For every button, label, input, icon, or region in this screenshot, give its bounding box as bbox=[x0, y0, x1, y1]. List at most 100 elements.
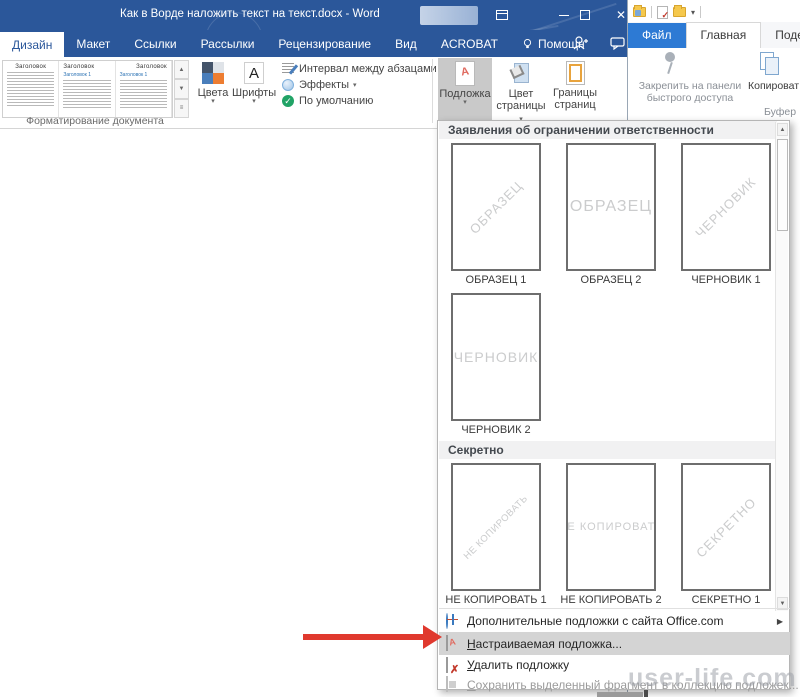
menu-item-label: Дополнительные подложки с сайта Office.c… bbox=[467, 614, 723, 628]
pin-label-line2: быстрого доступа bbox=[647, 92, 734, 104]
style-card-heading: Заголовок bbox=[120, 64, 167, 70]
globe-icon bbox=[446, 613, 448, 629]
watermark-option-label: НЕ КОПИРОВАТЬ 1 bbox=[438, 594, 554, 606]
window-title: Как в Ворде наложить текст на текст.docx… bbox=[120, 8, 380, 20]
folder-properties-icon[interactable] bbox=[633, 7, 646, 17]
tab-references[interactable]: Ссылки bbox=[122, 30, 188, 57]
page-color-icon bbox=[511, 61, 531, 86]
screenshot-root: Как в Ворде наложить текст на текст.docx… bbox=[0, 0, 800, 697]
clipboard-group-label: Буфер bbox=[764, 106, 796, 118]
style-card-subheading: Заголовок 1 bbox=[63, 72, 110, 78]
watermark-option-sekretno-1[interactable]: СЕКРЕТНО СЕКРЕТНО 1 bbox=[668, 463, 784, 606]
watermark-option-obrazec-1[interactable]: ОБРАЗЕЦ ОБРАЗЕЦ 1 bbox=[438, 143, 554, 286]
watermark-option-chernovik-1[interactable]: ЧЕРНОВИК ЧЕРНОВИК 1 bbox=[668, 143, 784, 286]
watermark-option-label: СЕКРЕТНО 1 bbox=[668, 594, 784, 606]
theme-colors-button[interactable]: Цвета ▾ bbox=[194, 62, 232, 105]
word-tab-bar: Дизайн Макет Ссылки Рассылки Рецензирова… bbox=[0, 30, 627, 57]
style-card[interactable]: Заголовок Заголовок 1 bbox=[116, 61, 172, 117]
watermark-thumbnail: ОБРАЗЕЦ bbox=[451, 143, 541, 271]
effects-button[interactable]: Эффекты ▾ bbox=[282, 79, 444, 91]
gallery-scroll-down-button[interactable]: ▼ bbox=[174, 79, 189, 98]
section-header-disclaimers: Заявления об ограничении ответственности bbox=[439, 121, 777, 139]
toolbar-separator bbox=[700, 6, 701, 18]
watermark-text: СЕКРЕТНО bbox=[693, 494, 759, 560]
dropdown-scrollbar[interactable]: ▲ ▼ bbox=[775, 122, 788, 611]
close-button[interactable]: ✕ bbox=[614, 8, 628, 22]
effects-label: Эффекты bbox=[299, 79, 349, 91]
watermark-option-ne-kopirovat-2[interactable]: НЕ КОПИРОВАТЬ НЕ КОПИРОВАТЬ 2 bbox=[553, 463, 669, 606]
checklist-icon[interactable] bbox=[657, 6, 668, 19]
word-titlebar: Как в Ворде наложить текст на текст.docx… bbox=[0, 0, 627, 30]
style-card-preview-lines bbox=[63, 80, 110, 108]
ribbon-group-label: Форматирование документа bbox=[0, 115, 190, 127]
explorer-tab-file[interactable]: Файл bbox=[628, 23, 686, 48]
watermark-page-icon: А bbox=[455, 61, 475, 86]
scrollbar-up-button[interactable]: ▲ bbox=[777, 123, 788, 136]
effects-icon bbox=[282, 79, 294, 91]
set-as-default-button[interactable]: ✓ По умолчанию bbox=[282, 95, 444, 107]
minimize-button[interactable] bbox=[557, 8, 571, 22]
paragraph-spacing-label: Интервал между абзацами bbox=[299, 63, 437, 75]
tab-layout[interactable]: Макет bbox=[64, 30, 122, 57]
gallery-scroll-up-button[interactable]: ▲ bbox=[174, 60, 189, 79]
page-color-button[interactable]: Цвет страницы ▾ bbox=[494, 58, 548, 121]
watermark-option-obrazec-2[interactable]: ОБРАЗЕЦ ОБРАЗЕЦ 2 bbox=[553, 143, 669, 286]
page-borders-label-line1: Границы bbox=[553, 87, 597, 99]
watermark-option-chernovik-2[interactable]: ЧЕРНОВИК ЧЕРНОВИК 2 bbox=[438, 293, 554, 436]
ribbon-display-options-button[interactable] bbox=[496, 8, 510, 22]
watermark-text: ЧЕРНОВИК bbox=[693, 174, 760, 241]
word-ribbon: Заголовок Заголовок Заголовок 1 Заголово… bbox=[0, 57, 627, 129]
watermark-text: НЕ КОПИРОВАТЬ bbox=[566, 521, 656, 533]
menu-item-custom-watermark[interactable]: А Настраиваемая подложка... bbox=[439, 632, 790, 655]
qat-dropdown-icon[interactable]: ▾ bbox=[691, 8, 695, 17]
style-card[interactable]: Заголовок bbox=[3, 61, 59, 117]
watermark-option-ne-kopirovat-1[interactable]: НЕ КОПИРОВАТЬ НЕ КОПИРОВАТЬ 1 bbox=[438, 463, 554, 606]
pointer-arrow-shaft bbox=[303, 634, 425, 640]
watermark-text: ОБРАЗЕЦ bbox=[467, 178, 526, 237]
explorer-tab-share[interactable]: Поделит bbox=[761, 23, 800, 48]
blurred-badge bbox=[420, 6, 478, 25]
style-card-heading: Заголовок bbox=[63, 64, 110, 70]
copy-button-label[interactable]: Копироват bbox=[748, 80, 800, 92]
checkmark-icon: ✓ bbox=[282, 95, 294, 107]
style-card[interactable]: Заголовок Заголовок 1 bbox=[59, 61, 115, 117]
explorer-tab-bar: Файл Главная Поделит bbox=[628, 22, 800, 48]
copy-icon[interactable] bbox=[760, 52, 782, 76]
tab-mailings[interactable]: Рассылки bbox=[189, 30, 267, 57]
scrollbar-thumb[interactable] bbox=[777, 139, 788, 231]
page-borders-button[interactable]: Границы страниц bbox=[548, 58, 602, 121]
pin-to-quick-access-button[interactable]: Закрепить на панели быстрого доступа bbox=[632, 80, 748, 104]
watermark-thumbnail: ОБРАЗЕЦ bbox=[566, 143, 656, 271]
style-card-heading: Заголовок bbox=[7, 64, 54, 70]
style-card-preview-lines bbox=[7, 72, 54, 106]
group-divider bbox=[432, 59, 433, 123]
explorer-tab-home[interactable]: Главная bbox=[686, 22, 762, 48]
watermark-option-label: ЧЕРНОВИК 1 bbox=[668, 274, 784, 286]
sign-in-icon[interactable] bbox=[572, 35, 588, 51]
tab-view[interactable]: Вид bbox=[383, 30, 429, 57]
new-folder-icon[interactable] bbox=[673, 7, 686, 17]
style-card-preview-lines bbox=[120, 80, 167, 108]
paragraph-spacing-button[interactable]: Интервал между абзацами ▾ bbox=[282, 63, 444, 75]
watermark-dropdown: Заявления об ограничении ответственности… bbox=[437, 120, 790, 690]
watermark-thumbnail: ЧЕРНОВИК bbox=[451, 293, 541, 421]
theme-fonts-icon: А bbox=[244, 62, 264, 84]
gallery-scroll-buttons: ▲ ▼ ≡ bbox=[174, 60, 189, 118]
pointer-arrow-head bbox=[423, 625, 442, 649]
pin-icon[interactable] bbox=[660, 52, 680, 76]
custom-watermark-icon: А bbox=[446, 635, 448, 651]
theme-fonts-button[interactable]: А Шрифты ▾ bbox=[232, 62, 276, 105]
watermark-thumbnail: ЧЕРНОВИК bbox=[681, 143, 771, 271]
tab-acrobat[interactable]: ACROBAT bbox=[429, 30, 510, 57]
comments-icon[interactable] bbox=[610, 37, 625, 50]
tab-review[interactable]: Рецензирование bbox=[266, 30, 383, 57]
menu-item-label: Удалить подложку bbox=[467, 658, 569, 672]
tab-design[interactable]: Дизайн bbox=[0, 32, 64, 57]
background-fragment bbox=[644, 690, 648, 697]
maximize-button[interactable] bbox=[578, 8, 592, 22]
watermark-button[interactable]: А Подложка ▾ bbox=[438, 58, 492, 121]
menu-item-more-watermarks-office[interactable]: Дополнительные подложки с сайта Office.c… bbox=[439, 610, 790, 632]
style-gallery[interactable]: Заголовок Заголовок Заголовок 1 Заголово… bbox=[2, 60, 173, 118]
toolbar-separator bbox=[651, 6, 652, 18]
lightbulb-icon bbox=[522, 38, 533, 49]
